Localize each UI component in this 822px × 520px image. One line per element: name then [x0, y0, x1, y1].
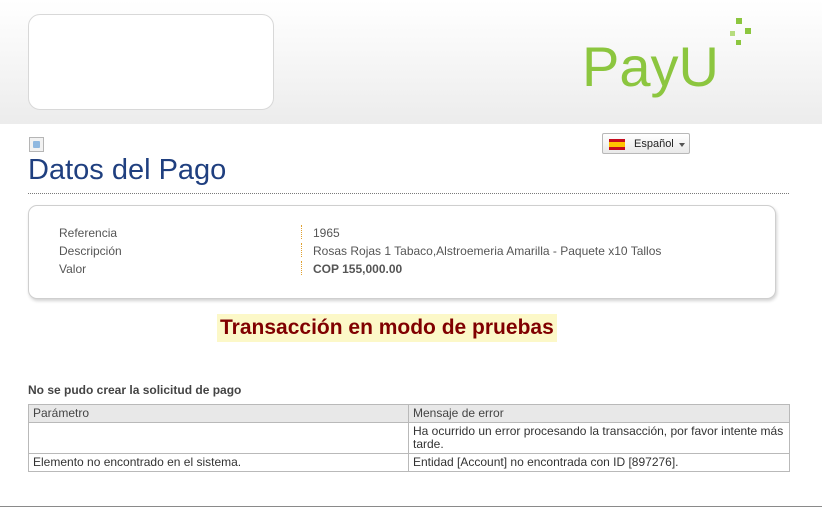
column-header-parameter: Parámetro: [28, 404, 409, 423]
test-mode-banner: Transacción en modo de pruebas: [217, 314, 557, 342]
details-label: Descripción: [59, 244, 122, 258]
payu-logo: PayU: [582, 18, 751, 98]
title-divider: [28, 193, 789, 194]
details-separator: [301, 261, 302, 275]
table-cell-parameter: Elemento no encontrado en el sistema.: [28, 453, 409, 472]
chevron-down-icon: [679, 143, 685, 147]
language-label: Español: [634, 138, 674, 150]
details-label: Referencia: [59, 226, 118, 240]
details-value: Rosas Rojas 1 Tabaco,Alstroemeria Amaril…: [313, 244, 662, 258]
payment-details-card: Referencia 1965 Descripción Rosas Rojas …: [28, 205, 776, 299]
table-cell-message: Ha ocurrido un error procesando la trans…: [408, 422, 790, 454]
footer-divider: [0, 506, 822, 507]
table-row: Ha ocurrido un error procesando la trans…: [28, 422, 790, 454]
column-header-message: Mensaje de error: [408, 404, 790, 423]
details-separator: [301, 225, 302, 239]
header: PayU: [0, 0, 822, 124]
details-value: 1965: [313, 226, 340, 240]
error-table: Parámetro Mensaje de error Ha ocurrido u…: [28, 404, 790, 472]
payu-logo-text: PayU: [582, 35, 719, 98]
error-heading: No se pudo crear la solicitud de pago: [28, 383, 242, 397]
merchant-logo-box: [28, 14, 274, 110]
language-select[interactable]: Español: [602, 133, 690, 154]
details-label: Valor: [59, 262, 87, 276]
details-row-reference: Referencia 1965: [29, 224, 775, 242]
table-row: Elemento no encontrado en el sistema. En…: [28, 453, 790, 472]
details-separator: [301, 243, 302, 257]
table-cell-message: Entidad [Account] no encontrada con ID […: [408, 453, 790, 472]
broken-image-icon: [29, 137, 44, 152]
details-value: COP 155,000.00: [313, 262, 403, 276]
table-header-row: Parámetro Mensaje de error: [28, 404, 790, 423]
spain-flag-icon: [609, 139, 625, 150]
table-cell-parameter: [28, 422, 409, 454]
details-row-amount: Valor COP 155,000.00: [29, 260, 775, 278]
details-row-description: Descripción Rosas Rojas 1 Tabaco,Alstroe…: [29, 242, 775, 260]
page-title: Datos del Pago: [28, 154, 227, 186]
